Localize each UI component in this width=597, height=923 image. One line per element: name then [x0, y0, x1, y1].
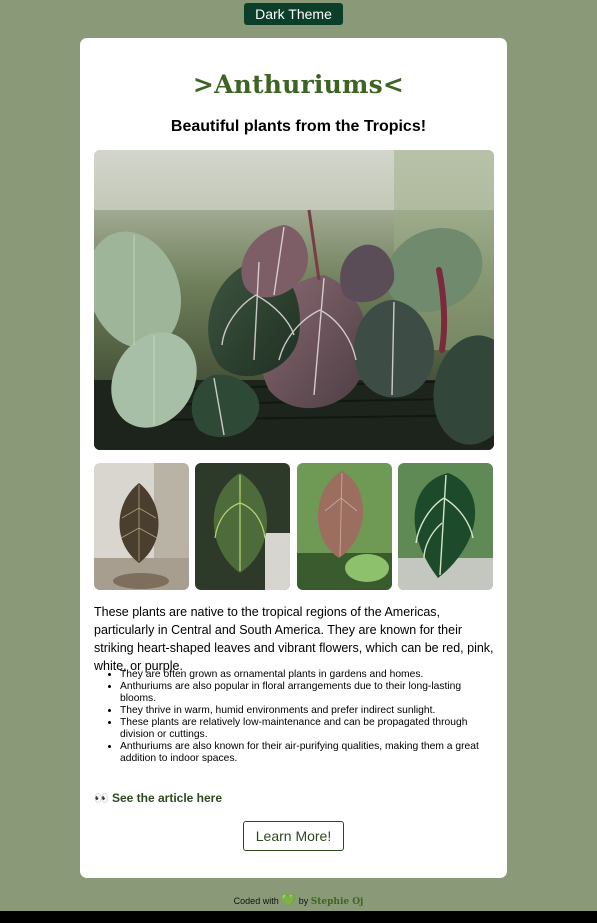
eyes-icon: 👀	[94, 791, 109, 805]
list-item: Anthuriums are also known for their air-…	[120, 741, 498, 765]
dark-theme-button[interactable]: Dark Theme	[244, 3, 343, 25]
facts-list: They are often grown as ornamental plant…	[120, 669, 498, 765]
page-subtitle: Beautiful plants from the Tropics!	[170, 118, 427, 135]
list-item: They are often grown as ornamental plant…	[120, 669, 498, 681]
hero-image	[94, 150, 494, 450]
bottom-bar	[0, 911, 597, 923]
author-link[interactable]: Stephie Oj	[311, 897, 364, 907]
article-link[interactable]: 👀 See the article here	[94, 791, 222, 805]
thumbnail-image-1[interactable]	[94, 463, 189, 590]
heart-icon: 💚	[281, 893, 297, 907]
thumbnail-image-3[interactable]	[297, 463, 392, 590]
page-title: >Anthuriums<	[192, 70, 405, 99]
footer: Coded with 💚 by Stephie Oj	[0, 893, 597, 907]
article-link-label: See the article here	[111, 791, 223, 805]
list-item: These plants are relatively low-maintena…	[120, 717, 498, 741]
list-item: They thrive in warm, humid environments …	[120, 705, 498, 717]
list-item: Anthuriums are also popular in floral ar…	[120, 681, 498, 705]
thumbnail-image-4[interactable]	[398, 463, 493, 590]
footer-prefix: Coded with	[233, 896, 279, 906]
thumbnail-image-2[interactable]	[195, 463, 290, 590]
footer-by: by	[298, 896, 309, 906]
intro-paragraph: These plants are native to the tropical …	[94, 605, 494, 673]
learn-more-button[interactable]: Learn More!	[243, 821, 344, 851]
